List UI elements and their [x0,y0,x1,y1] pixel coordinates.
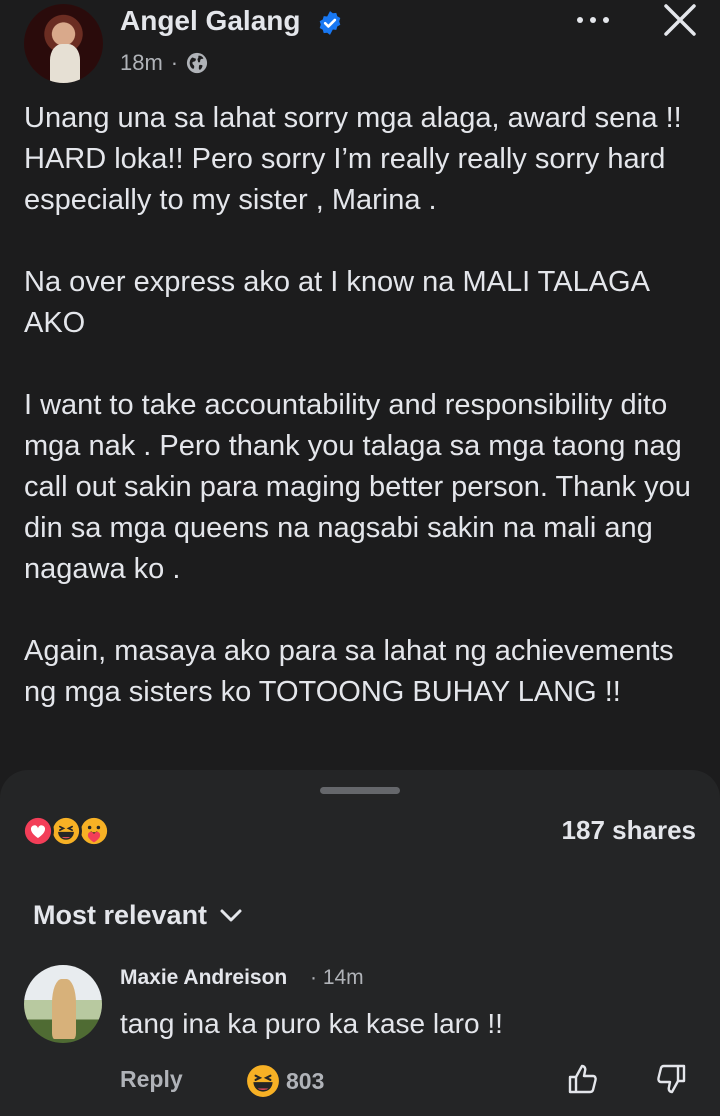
heart-reaction-icon [22,815,54,847]
thumbs-down-icon[interactable] [654,1062,688,1096]
post-meta: 18m · [120,50,208,76]
comment-text: tang ina ka puro ka kase laro !! [120,1008,503,1039]
author-name[interactable]: Angel Galang [120,5,300,37]
shares-count[interactable]: 187 shares [562,815,696,846]
commenter-avatar[interactable] [24,965,102,1043]
post-time[interactable]: 18m [120,50,163,76]
reaction-summary[interactable] [22,815,132,847]
post-header: Angel Galang 18m · [0,0,720,90]
post-paragraph: Unang una sa lahat sorry mga alaga, awar… [24,102,682,216]
sort-dropdown[interactable]: Most relevant [33,900,243,931]
sort-label: Most relevant [33,900,208,930]
chevron-down-icon [220,909,242,921]
comments-sheet: 187 shares Most relevant Maxie Andreison… [0,770,720,1116]
more-options-button[interactable] [568,8,618,32]
post-paragraph: I want to take accountability and respon… [24,389,691,585]
care-reaction-icon [78,815,110,847]
post-paragraph: Again, masaya ako para sa lahat ng achie… [24,635,674,708]
comment-reaction-summary[interactable]: 803 [246,1064,324,1098]
drag-handle[interactable] [320,787,400,794]
comment-reaction-count: 803 [286,1067,325,1094]
verified-badge-icon [319,11,341,35]
globe-icon [187,52,208,74]
comment-time: · 14m [310,966,364,989]
post-body: Unang una sa lahat sorry mga alaga, awar… [24,98,694,754]
close-icon[interactable] [660,0,700,40]
haha-reaction-icon [247,1065,279,1097]
reply-button[interactable]: Reply [120,1066,183,1093]
more-icon-dot [577,17,583,23]
author-avatar[interactable] [24,4,103,83]
more-icon-dot [590,17,596,23]
post-paragraph: Na over express ako at I know na MALI TA… [24,266,649,339]
more-icon-dot [603,17,609,23]
thumbs-up-icon[interactable] [566,1062,600,1096]
haha-reaction-icon [50,815,82,847]
commenter-name[interactable]: Maxie Andreison [120,966,287,990]
meta-separator: · [170,50,179,75]
